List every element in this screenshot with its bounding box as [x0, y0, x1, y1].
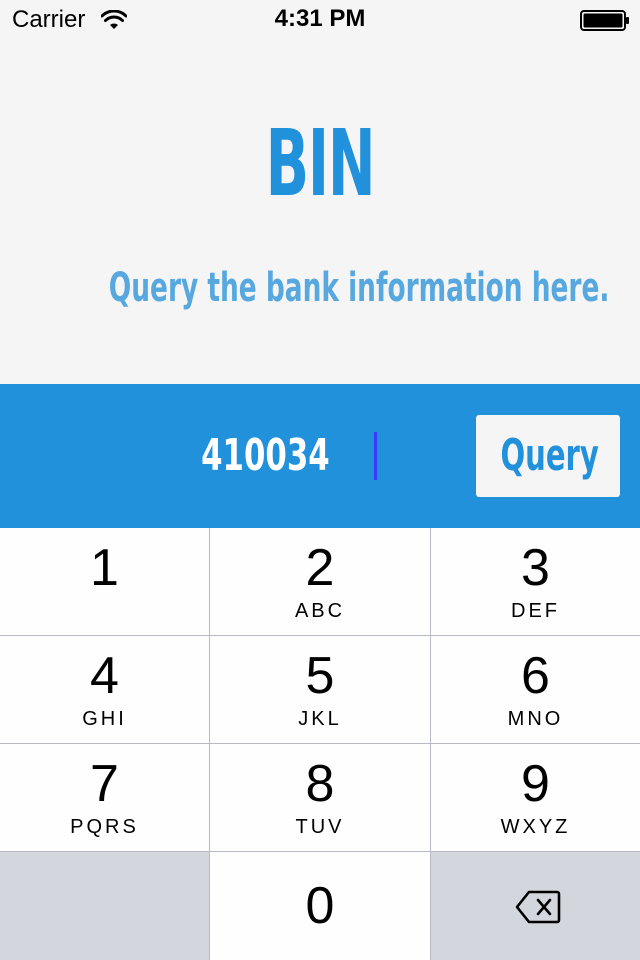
key-digit: 8 — [305, 755, 335, 813]
text-caret — [374, 432, 377, 480]
key-letters: PQRS — [70, 816, 139, 838]
key-2[interactable]: 2 ABC — [210, 528, 430, 635]
key-letters: ABC — [294, 600, 346, 622]
key-blank — [0, 852, 209, 960]
key-digit: 6 — [521, 647, 550, 705]
key-3[interactable]: 3 DEF — [431, 528, 640, 635]
key-letters: MNO — [507, 708, 564, 730]
battery-icon — [580, 10, 629, 31]
key-9[interactable]: 9 WXYZ — [431, 744, 640, 851]
bin-input[interactable]: 410034 — [10, 384, 466, 528]
numeric-keypad: 1 2 ABC 3 DEF 4 GHI 5 JKL 6 MNO 7 PQRS 8… — [0, 528, 640, 960]
key-letters: TUV — [295, 816, 345, 838]
key-digit: 7 — [90, 755, 119, 813]
key-letters: DEF — [511, 600, 560, 622]
status-bar: Carrier 4:31 PM — [0, 0, 640, 40]
key-0[interactable]: 0 — [210, 852, 430, 960]
key-8[interactable]: 8 TUV — [210, 744, 430, 851]
delete-key[interactable] — [431, 852, 640, 960]
page-title: BIN — [265, 110, 376, 217]
key-digit: 5 — [305, 647, 335, 705]
query-button[interactable]: Query — [476, 415, 620, 497]
page-subtitle: Query the bank information here. — [108, 265, 610, 311]
query-bar: 410034 Query — [0, 384, 640, 528]
key-digit: 4 — [90, 647, 119, 705]
key-digit: 0 — [305, 877, 335, 935]
key-digit: 3 — [521, 539, 550, 597]
key-letters: GHI — [82, 708, 127, 730]
key-5[interactable]: 5 JKL — [210, 636, 430, 743]
bin-input-value: 410034 — [201, 430, 330, 481]
backspace-icon — [515, 890, 561, 924]
key-7[interactable]: 7 PQRS — [0, 744, 209, 851]
key-digit: 9 — [521, 755, 550, 813]
key-letters: JKL — [298, 708, 342, 730]
clock: 4:31 PM — [274, 5, 366, 32]
key-1[interactable]: 1 — [0, 528, 209, 635]
key-digit: 1 — [90, 539, 119, 597]
key-4[interactable]: 4 GHI — [0, 636, 209, 743]
screen: Carrier 4:31 PM BIN Query the bank infor… — [0, 0, 640, 960]
key-6[interactable]: 6 MNO — [431, 636, 640, 743]
key-letters: WXYZ — [500, 816, 571, 838]
key-digit: 2 — [305, 539, 335, 597]
bin-input-text[interactable]: 410034 — [10, 422, 466, 490]
query-button-label: Query — [500, 430, 599, 481]
